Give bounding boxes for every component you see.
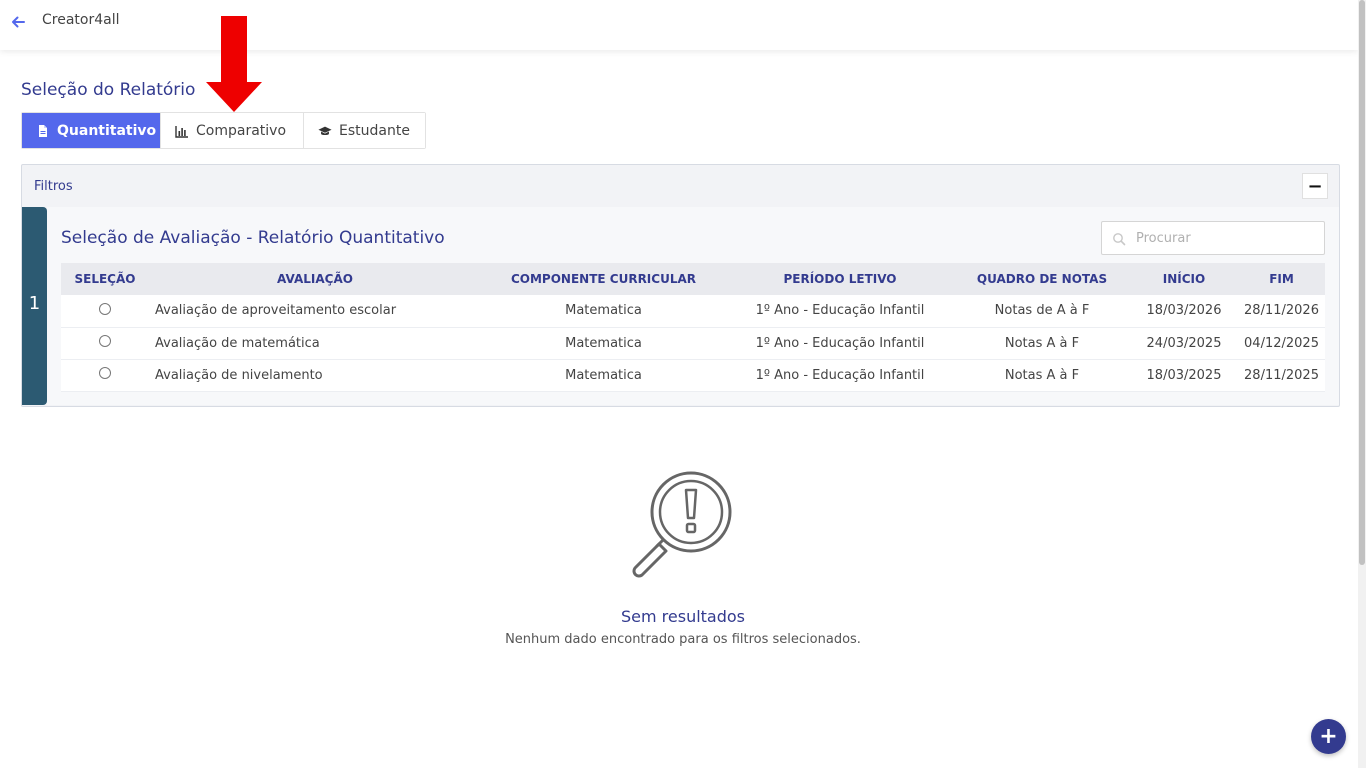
fim-cell: 04/12/2025 [1238, 327, 1325, 360]
step-number: 1 [28, 293, 41, 314]
evaluations-table: SELEÇÃO AVALIAÇÃO COMPONENTE CURRICULAR … [61, 263, 1325, 392]
evaluation-selection: Seleção de Avaliação - Relatório Quantit… [47, 207, 1339, 405]
collapse-button[interactable]: − [1302, 173, 1328, 199]
filters-header: Filtros − [22, 165, 1339, 207]
inicio-cell: 18/03/2026 [1130, 295, 1238, 328]
componente-cell: Matematica [481, 327, 726, 360]
search-icon [1112, 231, 1126, 246]
tab-label: Quantitativo [57, 122, 157, 139]
selection-cell [61, 327, 149, 360]
scrollbar-thumb[interactable] [1359, 0, 1365, 565]
periodo-cell: 1º Ano - Educação Infantil [726, 295, 954, 328]
periodo-cell: 1º Ano - Educação Infantil [726, 359, 954, 392]
tab-label: Estudante [339, 122, 410, 139]
search-box[interactable] [1101, 221, 1325, 255]
select-radio[interactable] [99, 367, 111, 379]
componente-cell: Matematica [481, 295, 726, 328]
fim-cell: 28/11/2025 [1238, 359, 1325, 392]
column-header-avaliacao: AVALIAÇÃO [149, 263, 481, 295]
step-indicator: 1 [22, 207, 47, 405]
file-icon [36, 124, 50, 138]
report-type-tabs: Quantitativo Comparativo Estudante [21, 112, 426, 149]
select-radio[interactable] [99, 335, 111, 347]
fim-cell: 28/11/2026 [1238, 295, 1325, 328]
page-scrollbar[interactable] [1358, 0, 1366, 768]
filters-title: Filtros [34, 179, 73, 194]
selection-cell [61, 295, 149, 328]
column-header-periodo: PERÍODO LETIVO [726, 263, 954, 295]
table-row[interactable]: Avaliação de nivelamento Matematica 1º A… [61, 359, 1325, 392]
selection-cell [61, 359, 149, 392]
componente-cell: Matematica [481, 359, 726, 392]
column-header-componente: COMPONENTE CURRICULAR [481, 263, 726, 295]
tab-comparativo[interactable]: Comparativo [161, 113, 304, 148]
table-header-row: SELEÇÃO AVALIAÇÃO COMPONENTE CURRICULAR … [61, 263, 1325, 295]
quadro-cell: Notas de A à F [954, 295, 1130, 328]
quadro-cell: Notas A à F [954, 327, 1130, 360]
app-title: Creator4all [42, 12, 120, 28]
add-button[interactable]: + [1311, 719, 1346, 754]
tab-label: Comparativo [196, 122, 287, 139]
column-header-inicio: INÍCIO [1130, 263, 1238, 295]
filters-panel: Filtros − 1 Seleção de Avaliação - Relat… [21, 164, 1340, 407]
periodo-cell: 1º Ano - Educação Infantil [726, 327, 954, 360]
evaluation-selection-title: Seleção de Avaliação - Relatório Quantit… [61, 228, 445, 248]
column-header-selecao: SELEÇÃO [61, 263, 149, 295]
back-arrow-icon[interactable] [9, 13, 27, 31]
avaliacao-cell: Avaliação de nivelamento [149, 359, 481, 392]
avaliacao-cell: Avaliação de matemática [149, 327, 481, 360]
column-header-quadro: QUADRO DE NOTAS [954, 263, 1130, 295]
annotation-arrow-icon [206, 16, 262, 112]
magnifier-alert-icon [632, 471, 732, 578]
inicio-cell: 18/03/2025 [1130, 359, 1238, 392]
select-radio[interactable] [99, 302, 111, 315]
graduation-cap-icon [318, 124, 332, 138]
avaliacao-cell: Avaliação de aproveitamento escolar [149, 295, 481, 328]
empty-state-message: Nenhum dado encontrado para os filtros s… [505, 632, 861, 647]
search-input[interactable] [1136, 230, 1316, 246]
bar-chart-icon [175, 124, 189, 138]
section-title: Seleção do Relatório [21, 80, 196, 100]
tab-quantitativo[interactable]: Quantitativo [22, 113, 161, 148]
table-row[interactable]: Avaliação de aproveitamento escolar Mate… [61, 295, 1325, 328]
inicio-cell: 24/03/2025 [1130, 327, 1238, 360]
top-bar: Creator4all [0, 0, 1358, 50]
table-row[interactable]: Avaliação de matemática Matematica 1º An… [61, 327, 1325, 360]
column-header-fim: FIM [1238, 263, 1325, 295]
empty-state-title: Sem resultados [620, 607, 746, 626]
quadro-cell: Notas A à F [954, 359, 1130, 392]
tab-estudante[interactable]: Estudante [304, 113, 425, 148]
